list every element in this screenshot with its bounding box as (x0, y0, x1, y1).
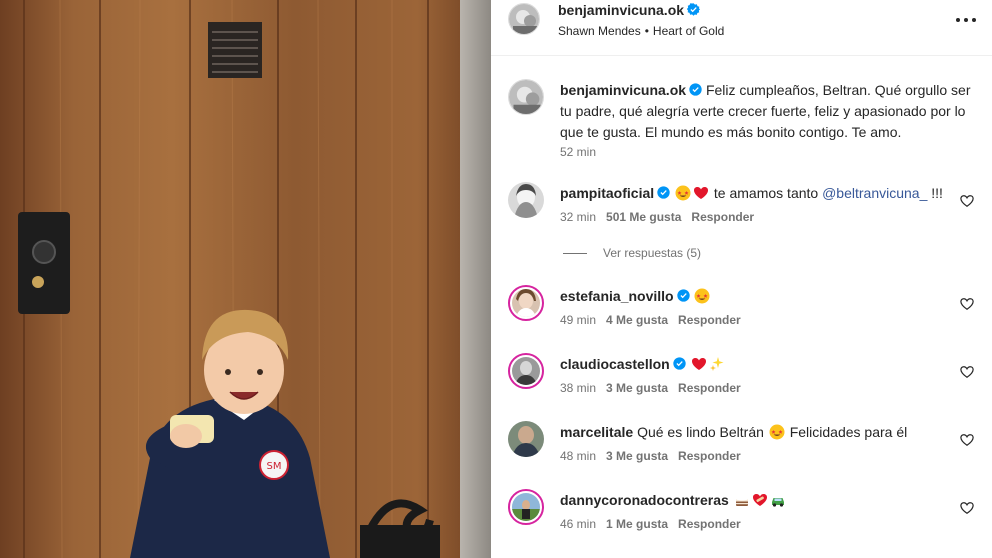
avatar-image (508, 182, 544, 218)
comment-text-before: te amamos tanto (713, 185, 823, 201)
comment-likes[interactable]: 3 Me gusta (606, 381, 668, 395)
audio-attribution[interactable]: Shawn Mendes • Heart of Gold (558, 24, 724, 38)
comment-meta: 48 min 3 Me gusta Responder (560, 449, 751, 463)
comment-likes[interactable]: 501 Me gusta (606, 210, 681, 224)
author-username-text[interactable]: benjaminvicuna.ok (558, 2, 684, 18)
replies-divider-line (563, 253, 587, 255)
like-comment-heart-icon[interactable] (960, 501, 974, 515)
comment-text: dannycoronadocontreras (560, 492, 787, 508)
caption-author-avatar[interactable] (508, 79, 544, 115)
post-header: benjaminvicuna.ok Shawn Mendes • Heart of … (491, 0, 992, 56)
reply-button[interactable]: Responder (678, 313, 741, 327)
verified-badge-icon (673, 357, 686, 370)
comment-meta: 38 min 3 Me gusta Responder (560, 381, 751, 395)
comment-text-before: Qué es lindo Beltrán (637, 424, 768, 440)
avatar-image (508, 421, 544, 457)
commenter-username[interactable]: estefania_novillo (560, 288, 674, 304)
music-artist[interactable]: Shawn Mendes (558, 24, 641, 38)
commenter-avatar[interactable] (508, 353, 544, 389)
comment-timestamp[interactable]: 46 min (560, 517, 596, 531)
comment-meta: 46 min 1 Me gusta Responder (560, 517, 751, 531)
mention-link[interactable]: @beltranvicuna_ (822, 185, 927, 201)
verified-badge-icon (657, 186, 670, 199)
sparkles-emoji (709, 356, 725, 372)
star-struck-emoji (694, 288, 710, 304)
more-options-button[interactable] (956, 10, 976, 30)
verified-badge-icon (676, 289, 690, 302)
avatar-image (509, 4, 539, 34)
star-struck-emoji (769, 424, 785, 440)
author-username[interactable]: benjaminvicuna.ok (558, 2, 701, 18)
cake-emoji (734, 492, 750, 508)
comment-text: marcelitale Qué es lindo Beltrán Felicid… (560, 424, 907, 440)
comment-text-after: !!! (927, 185, 943, 201)
comment-text: claudiocastellon (560, 356, 726, 372)
comment-timestamp[interactable]: 49 min (560, 313, 596, 327)
reply-button[interactable]: Responder (691, 210, 754, 224)
comment-item: claudiocastellon 38 min 3 Me gusta Respond… (491, 353, 992, 413)
comment-meta: 49 min 4 Me gusta Responder (560, 313, 751, 327)
comment-item: estefania_novillo 49 min 4 Me gusta Respon… (491, 285, 992, 345)
comment-text-after: Felicidades para él (785, 424, 908, 440)
svg-text:SM: SM (267, 461, 282, 472)
caption-text: benjaminvicuna.ok Feliz cumpleaños, Belt… (560, 80, 980, 143)
post-photo-illustration: SM (0, 0, 491, 558)
view-replies-button[interactable]: Ver respuestas (5) (563, 246, 701, 260)
like-comment-heart-icon[interactable] (960, 297, 974, 311)
commenter-avatar[interactable] (508, 182, 544, 218)
post-sidebar: benjaminvicuna.ok Shawn Mendes • Heart of … (491, 0, 992, 558)
like-comment-heart-icon[interactable] (960, 433, 974, 447)
music-song[interactable]: Heart of Gold (653, 24, 724, 38)
more-dot-icon (972, 18, 976, 22)
comment-timestamp[interactable]: 38 min (560, 381, 596, 395)
red-heart-emoji (693, 185, 709, 201)
comment-timestamp[interactable]: 32 min (560, 210, 596, 224)
comment-item: marcelitale Qué es lindo Beltrán Felicid… (491, 421, 992, 481)
verified-badge-icon (689, 83, 702, 96)
commenter-avatar[interactable] (508, 489, 544, 525)
commenter-username[interactable]: pampitaoficial (560, 185, 654, 201)
comment-text: estefania_novillo (560, 288, 711, 304)
comment-likes[interactable]: 1 Me gusta (606, 517, 668, 531)
red-heart-emoji (691, 356, 707, 372)
like-comment-heart-icon[interactable] (960, 194, 974, 208)
avatar-image (512, 357, 540, 385)
heart-bandage-emoji (752, 492, 768, 508)
comment-likes[interactable]: 4 Me gusta (606, 313, 668, 327)
author-avatar[interactable] (508, 3, 540, 35)
comment-item: dannycoronadocontreras 46 min 1 Me gusta R… (491, 489, 992, 549)
commenter-avatar[interactable] (508, 285, 544, 321)
car-emoji (770, 492, 786, 508)
post-photo[interactable]: SM (0, 0, 491, 558)
caption-timestamp[interactable]: 52 min (560, 145, 596, 159)
commenter-avatar[interactable] (508, 421, 544, 457)
comment-likes[interactable]: 3 Me gusta (606, 449, 668, 463)
avatar-image (512, 493, 540, 521)
comment-item: pampitaoficial te amamos tanto @beltranv… (491, 182, 992, 242)
view-replies-label[interactable]: Ver respuestas (5) (603, 246, 701, 260)
comment-meta: 32 min 501 Me gusta Responder (560, 210, 764, 224)
reply-button[interactable]: Responder (678, 381, 741, 395)
caption-username[interactable]: benjaminvicuna.ok (560, 82, 686, 98)
commenter-username[interactable]: claudiocastellon (560, 356, 670, 372)
reply-button[interactable]: Responder (678, 449, 741, 463)
more-dot-icon (964, 18, 968, 22)
avatar-image (512, 289, 540, 317)
star-struck-emoji (675, 185, 691, 201)
comment-text: pampitaoficial te amamos tanto @beltranv… (560, 185, 943, 201)
music-separator: • (644, 24, 649, 38)
commenter-username[interactable]: marcelitale (560, 424, 633, 440)
verified-badge-icon (687, 3, 701, 16)
comment-timestamp[interactable]: 48 min (560, 449, 596, 463)
avatar-image (509, 80, 543, 114)
reply-button[interactable]: Responder (678, 517, 741, 531)
more-dot-icon (956, 18, 960, 22)
commenter-username[interactable]: dannycoronadocontreras (560, 492, 729, 508)
like-comment-heart-icon[interactable] (960, 365, 974, 379)
